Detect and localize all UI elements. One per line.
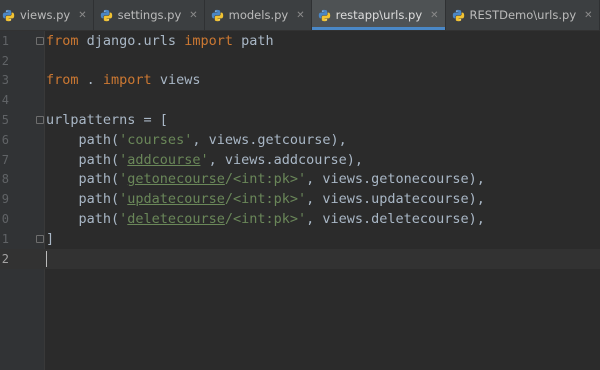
line-number: 0 [1, 212, 9, 227]
python-file-icon [452, 9, 464, 21]
keyword: import [102, 72, 152, 89]
code-line-7: 7 path('addcourse', views.addcourse), [0, 150, 600, 170]
text-caret [46, 250, 47, 267]
close-icon[interactable]: ✕ [78, 10, 86, 21]
code-line-4: 4 [0, 90, 600, 110]
string-literal: updatecourse [127, 191, 225, 208]
string-literal: /<int:pk>' [224, 171, 307, 188]
tab-views-py[interactable]: views.py ✕ [0, 0, 94, 30]
code-text: path( [46, 171, 120, 188]
line-number: 5 [1, 113, 9, 128]
code-text: path( [46, 131, 120, 148]
code-text: path [232, 32, 274, 49]
code-text: , views.addcourse), [208, 151, 364, 168]
code-text: , views.getcourse), [192, 131, 347, 148]
code-text: , views.updatecourse), [306, 191, 485, 208]
close-icon[interactable]: ✕ [296, 10, 304, 21]
fold-marker-icon[interactable] [36, 116, 44, 125]
line-number: 1 [1, 231, 9, 246]
code-text: path( [46, 151, 120, 168]
tab-label: RESTDemo\urls.py [469, 8, 577, 22]
tab-restdemo-urls-py[interactable]: RESTDemo\urls.py ✕ [446, 0, 600, 30]
string-literal: getonecourse [127, 171, 225, 188]
code-line-11: 1 ] [0, 229, 600, 249]
code-text: . [78, 72, 103, 89]
fold-marker-icon[interactable] [36, 37, 44, 45]
code-line-10: 0 path('deletecourse/<int:pk>', views.de… [0, 209, 600, 229]
code-text: django.urls [78, 32, 185, 49]
string-literal: /<int:pk>' [224, 211, 307, 228]
keyword: from [46, 32, 79, 49]
close-icon[interactable]: ✕ [430, 10, 438, 21]
code-line-1: 1 from django.urls import path [0, 31, 600, 51]
code-line-8: 8 path('getonecourse/<int:pk>', views.ge… [0, 170, 600, 190]
line-number: 2 [1, 251, 9, 266]
tab-label: restapp\urls.py [335, 8, 423, 22]
code-line-6: 6 path('courses', views.getcourse), [0, 130, 600, 150]
python-file-icon [211, 9, 223, 21]
close-icon[interactable]: ✕ [189, 10, 197, 21]
tab-label: settings.py [117, 8, 182, 22]
code-line-3: 3 from . import views [0, 71, 600, 91]
string-literal: addcourse [127, 151, 201, 168]
code-line-9: 9 path('updatecourse/<int:pk>', views.up… [0, 189, 600, 209]
code-line-5: 5 urlpatterns = [ [0, 110, 600, 130]
line-number: 6 [1, 132, 9, 147]
string-quote: ' [200, 151, 209, 168]
code-text: , views.getonecourse), [306, 171, 485, 188]
close-icon[interactable]: ✕ [584, 10, 592, 21]
code-editor[interactable]: 1 from django.urls import path 2 3 from … [0, 31, 600, 370]
line-number: 9 [1, 192, 9, 207]
code-text: path( [46, 211, 120, 228]
line-number: 7 [1, 152, 9, 167]
keyword: from [46, 72, 79, 89]
line-number: 3 [1, 73, 9, 88]
python-file-icon [318, 9, 330, 21]
keyword: import [184, 32, 233, 49]
string-literal: courses [127, 131, 185, 148]
code-text: path( [46, 191, 120, 208]
tab-label: models.py [228, 8, 289, 22]
code-text: views [151, 72, 201, 89]
editor-tab-bar: views.py ✕ settings.py ✕ models.py ✕ restapp\u… [0, 0, 600, 31]
code-line-12[interactable]: 2 [0, 248, 600, 269]
line-number: 8 [1, 172, 9, 187]
string-literal: /<int:pk>' [224, 191, 307, 208]
python-file-icon [100, 9, 112, 21]
python-file-icon [2, 9, 15, 21]
tab-label: views.py [20, 8, 71, 22]
line-number: 2 [1, 53, 9, 68]
code-text: ] [46, 230, 55, 247]
tab-restapp-urls-py[interactable]: restapp\urls.py ✕ [311, 0, 446, 30]
string-literal: deletecourse [127, 211, 225, 228]
code-line-2: 2 [0, 51, 600, 71]
tab-settings-py[interactable]: settings.py ✕ [94, 0, 205, 30]
code-text: urlpatterns = [ [46, 112, 168, 129]
line-number: 1 [1, 33, 9, 48]
line-number: 4 [1, 93, 9, 108]
tab-models-py[interactable]: models.py ✕ [205, 0, 312, 30]
code-text: , views.deletecourse), [306, 211, 485, 228]
fold-marker-icon[interactable] [36, 235, 44, 243]
